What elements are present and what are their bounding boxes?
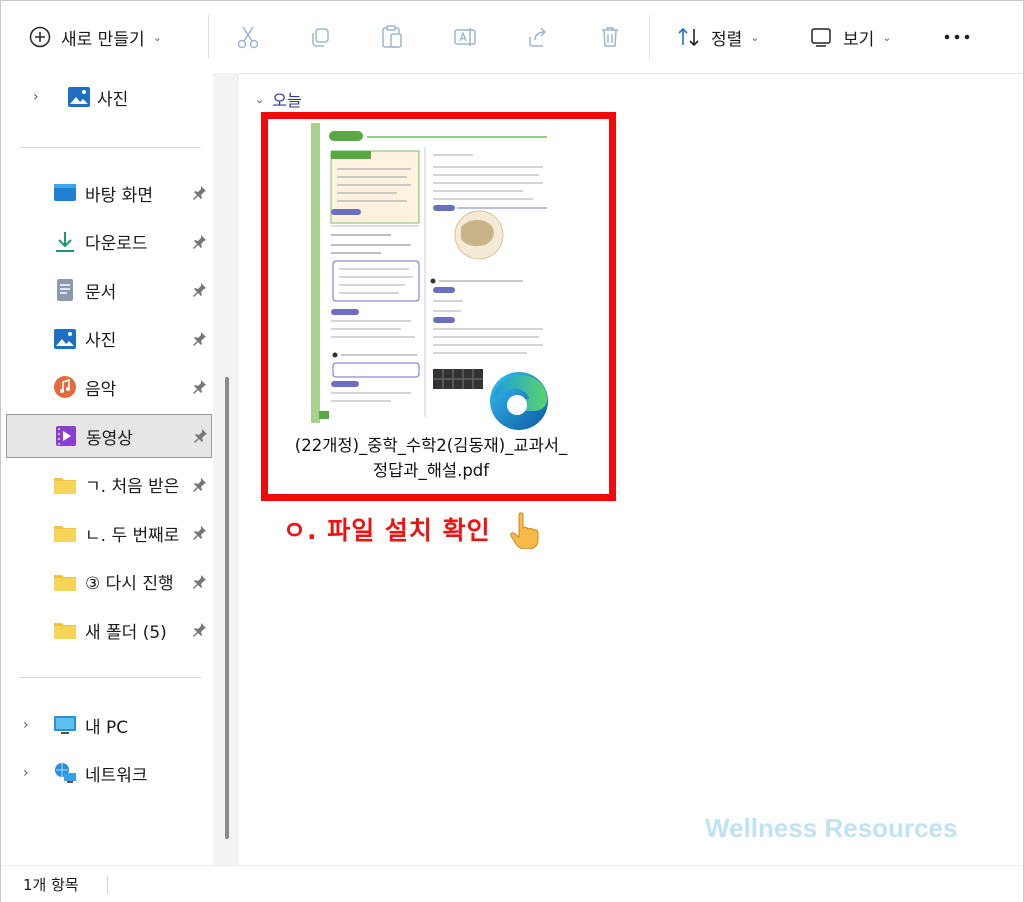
pictures-icon	[54, 328, 76, 349]
pin-icon[interactable]	[191, 477, 207, 493]
chevron-right-icon[interactable]: ›	[33, 89, 39, 105]
file-name-line: 정답과_해설.pdf	[372, 461, 490, 480]
sidebar-item-quick-access[interactable]: ㄴ. 두 번째로	[1, 511, 213, 555]
toolbar-divider	[649, 15, 650, 59]
sidebar-item-label: 다운로드	[85, 234, 148, 255]
share-icon	[529, 27, 547, 47]
network-icon	[55, 763, 76, 783]
sidebar-item-label: 내 PC	[85, 717, 129, 738]
item-count: 1개 항목	[23, 876, 79, 894]
pin-icon[interactable]	[191, 282, 207, 298]
scissors-icon	[237, 26, 259, 49]
sidebar-item-label: 사진	[97, 89, 129, 110]
folder-icon	[54, 526, 76, 543]
sidebar-item-quick-access[interactable]: 음악	[1, 365, 213, 409]
file-name-label[interactable]: (22개정)_중학_수학2(김동재)_교과서_ 정답과_해설.pdf	[263, 433, 599, 483]
sidebar-item-label: ③ 다시 진행	[85, 574, 174, 595]
sidebar-item-label: ㄱ. 처음 받은	[85, 477, 180, 498]
plus-circle-icon	[29, 26, 51, 48]
sort-icon	[678, 27, 699, 47]
download-icon	[56, 231, 74, 252]
computer-icon	[54, 716, 76, 734]
sidebar-scrollbar-thumb[interactable]	[225, 377, 229, 839]
status-divider	[107, 876, 108, 894]
sidebar-item-quick-access[interactable]: ㄱ. 처음 받은	[1, 463, 213, 507]
group-header-today[interactable]: ⌄ 오늘	[255, 87, 302, 111]
pictures-icon	[68, 87, 90, 107]
sidebar-item-label: 네트워크	[85, 765, 148, 786]
music-icon	[54, 376, 76, 399]
sidebar-item-label: 바탕 화면	[85, 185, 153, 206]
video-icon	[56, 426, 76, 446]
copy-button[interactable]	[309, 1, 331, 73]
folder-icon	[54, 477, 76, 494]
folder-icon	[54, 574, 76, 591]
sidebar-item-label: 사진	[85, 331, 117, 352]
new-button[interactable]: 새로 만들기 ⌄	[29, 1, 162, 73]
cut-button[interactable]	[237, 1, 259, 73]
copy-icon	[312, 28, 329, 47]
sidebar-item-label: 동영상	[86, 428, 133, 449]
paste-button[interactable]	[381, 1, 403, 73]
pin-icon[interactable]	[192, 428, 208, 444]
delete-button[interactable]	[599, 1, 621, 73]
folder-icon	[54, 623, 76, 640]
more-options-button[interactable]	[943, 1, 971, 73]
file-explorer-window: 새로 만들기 ⌄ 정렬 ⌄ 보기 ⌄ › 사진 바탕 화면 다운로드 문서 사진…	[0, 0, 1024, 902]
pin-icon[interactable]	[191, 574, 207, 590]
sidebar-item-quick-access[interactable]: 바탕 화면	[1, 171, 213, 215]
pointing-hand-icon	[509, 512, 539, 549]
pin-icon[interactable]	[191, 525, 207, 541]
toolbar-divider	[208, 15, 209, 59]
pin-icon[interactable]	[191, 234, 207, 250]
chevron-right-icon[interactable]: ›	[23, 717, 29, 733]
rename-icon	[454, 28, 476, 46]
sidebar-item-quick-access[interactable]: 문서	[1, 268, 213, 312]
clipboard-icon	[382, 25, 402, 48]
pin-icon[interactable]	[191, 331, 207, 347]
sidebar-item-quick-access[interactable]: 사진	[1, 317, 213, 361]
view-button[interactable]: 보기 ⌄	[809, 1, 892, 73]
chevron-right-icon[interactable]: ›	[23, 765, 29, 781]
pin-icon[interactable]	[191, 379, 207, 395]
chevron-down-icon: ⌄	[882, 30, 892, 44]
command-bar: 새로 만들기 ⌄ 정렬 ⌄ 보기 ⌄	[1, 1, 1023, 74]
pin-icon[interactable]	[191, 185, 207, 201]
document-icon	[57, 279, 73, 302]
share-button[interactable]	[527, 1, 549, 73]
new-button-label: 새로 만들기	[61, 29, 145, 50]
microsoft-edge-icon	[490, 372, 548, 430]
chevron-down-icon: ⌄	[750, 30, 760, 44]
sort-button[interactable]: 정렬 ⌄	[677, 1, 760, 73]
trash-icon	[602, 27, 618, 47]
sort-label: 정렬	[711, 29, 743, 50]
pin-icon[interactable]	[191, 622, 207, 638]
sidebar-item-quick-access[interactable]: 새 폴더 (5)	[1, 608, 213, 652]
sidebar-item-pictures-top[interactable]: › 사진	[1, 75, 213, 119]
sidebar-item-label: 새 폴더 (5)	[85, 622, 167, 643]
sidebar-item-quick-access[interactable]: 동영상	[6, 414, 212, 458]
annotation-text: ㅇ. 파일 설치 확인	[283, 509, 545, 549]
annotation-label: ㅇ. 파일 설치 확인	[283, 516, 491, 545]
watermark-text: Wellness Resources	[705, 813, 958, 843]
sidebar-item-label: ㄴ. 두 번째로	[85, 525, 180, 546]
sidebar-divider	[19, 677, 201, 678]
chevron-down-icon: ⌄	[152, 30, 162, 44]
more-icon	[944, 34, 970, 40]
sidebar-item-label: 음악	[85, 379, 117, 400]
group-header-label: 오늘	[272, 91, 302, 110]
sidebar-item-quick-access[interactable]: ③ 다시 진행	[1, 560, 213, 604]
sidebar-item-label: 문서	[85, 282, 117, 303]
sidebar-item-this-pc[interactable]: › 내 PC	[1, 703, 213, 747]
view-icon	[811, 28, 831, 47]
rename-button[interactable]	[453, 1, 477, 73]
file-name-line: (22개정)_중학_수학2(김동재)_교과서_	[294, 436, 568, 455]
sidebar-item-quick-access[interactable]: 다운로드	[1, 220, 213, 264]
desktop-icon	[54, 184, 76, 201]
chevron-down-icon: ⌄	[255, 92, 265, 106]
view-label: 보기	[843, 29, 875, 50]
sidebar-item-network[interactable]: › 네트워크	[1, 751, 213, 795]
status-bar: 1개 항목	[1, 865, 1023, 902]
sidebar-divider	[19, 147, 201, 148]
